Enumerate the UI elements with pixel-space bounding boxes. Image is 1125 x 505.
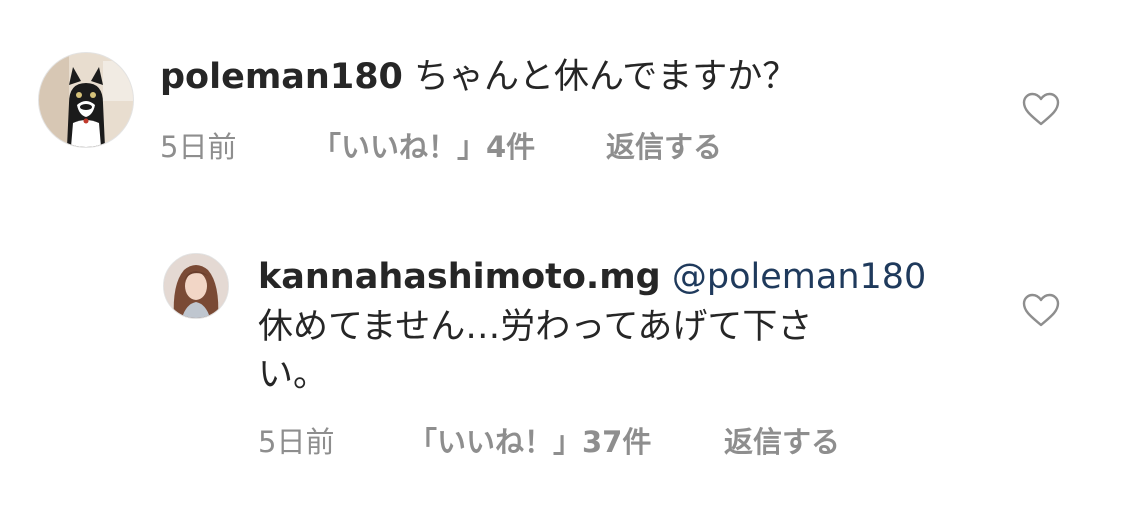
reply-text: 休めてません…労わってあげて下さ い。 <box>258 303 898 399</box>
reply-username[interactable]: kannahashimoto.mg <box>258 257 661 297</box>
comment-username[interactable]: poleman180 <box>160 57 403 97</box>
mention-link[interactable]: @poleman180 <box>672 257 926 297</box>
likes-count-link[interactable]: 「いいね！」4件 <box>312 130 535 164</box>
reply-text-line: い。 <box>258 355 329 395</box>
likes-count-link[interactable]: 「いいね！」37件 <box>408 425 651 459</box>
reply-text-line: 休めてません…労わってあげて下さ <box>258 307 813 347</box>
heart-icon[interactable] <box>1021 91 1061 127</box>
comment-text: ちゃんと休んでますか？ <box>414 57 798 97</box>
comment-text-line: poleman180 ちゃんと休んでますか？ <box>160 54 797 100</box>
heart-icon[interactable] <box>1021 292 1061 328</box>
comment-time: 5日前 <box>258 425 335 459</box>
avatar[interactable] <box>163 253 229 319</box>
comment-meta: 5日前 <box>160 128 236 166</box>
cat-avatar-image <box>39 53 133 147</box>
reply-header: kannahashimoto.mg @poleman180 <box>258 254 926 300</box>
comment-time: 5日前 <box>160 130 237 164</box>
reply-button[interactable]: 返信する <box>724 425 840 459</box>
avatar[interactable] <box>38 52 134 148</box>
reply-button[interactable]: 返信する <box>606 130 722 164</box>
woman-avatar-image <box>164 254 228 318</box>
